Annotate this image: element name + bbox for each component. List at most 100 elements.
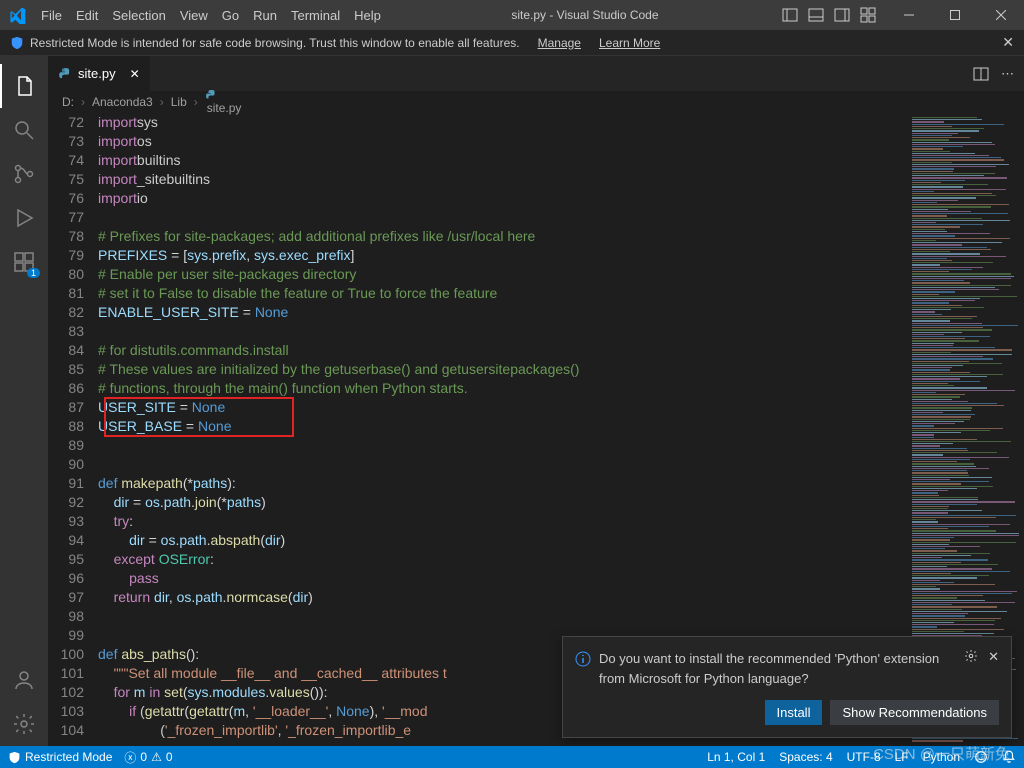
code-line[interactable]: 77 <box>48 208 908 227</box>
menu-edit[interactable]: Edit <box>69 0 105 30</box>
menu-file[interactable]: File <box>34 0 69 30</box>
notification-toast: Do you want to install the recommended '… <box>562 636 1012 738</box>
info-icon <box>575 651 591 667</box>
settings-gear-icon[interactable] <box>0 702 48 746</box>
code-line[interactable]: 95 except OSError: <box>48 550 908 569</box>
code-line[interactable]: 73importos <box>48 132 908 151</box>
line-number: 89 <box>48 436 98 455</box>
minimize-button[interactable] <box>886 0 932 30</box>
toggle-secondary-icon[interactable] <box>834 7 850 23</box>
line-number: 86 <box>48 379 98 398</box>
line-number: 103 <box>48 702 98 721</box>
menu-help[interactable]: Help <box>347 0 388 30</box>
line-number: 76 <box>48 189 98 208</box>
code-line[interactable]: 87USER_SITE = None <box>48 398 908 417</box>
tab-site-py[interactable]: site.py ✕ <box>48 56 151 91</box>
menu-go[interactable]: Go <box>215 0 246 30</box>
toggle-sidebar-icon[interactable] <box>782 7 798 23</box>
line-number: 87 <box>48 398 98 417</box>
status-cursor-position[interactable]: Ln 1, Col 1 <box>707 750 765 764</box>
run-debug-icon[interactable] <box>0 196 48 240</box>
code-line[interactable]: 93 try: <box>48 512 908 531</box>
line-number: 85 <box>48 360 98 379</box>
notification-gear-icon[interactable] <box>964 649 978 665</box>
line-number: 91 <box>48 474 98 493</box>
line-number: 95 <box>48 550 98 569</box>
menu-selection[interactable]: Selection <box>105 0 172 30</box>
line-number: 96 <box>48 569 98 588</box>
maximize-button[interactable] <box>932 0 978 30</box>
breadcrumb-item[interactable]: D: <box>62 95 74 109</box>
shield-icon <box>10 36 24 50</box>
breadcrumb-item[interactable]: site.py <box>205 89 242 115</box>
status-encoding[interactable]: UTF-8 <box>847 750 881 764</box>
status-indentation[interactable]: Spaces: 4 <box>779 750 832 764</box>
code-line[interactable]: 97 return dir, os.path.normcase(dir) <box>48 588 908 607</box>
notifications-bell-icon[interactable] <box>1002 750 1016 764</box>
code-line[interactable]: 91def makepath(*paths): <box>48 474 908 493</box>
menu-terminal[interactable]: Terminal <box>284 0 347 30</box>
manage-link[interactable]: Manage <box>538 36 581 50</box>
code-line[interactable]: 88USER_BASE = None <box>48 417 908 436</box>
line-number: 77 <box>48 208 98 227</box>
code-line[interactable]: 78# Prefixes for site-packages; add addi… <box>48 227 908 246</box>
code-line[interactable]: 89 <box>48 436 908 455</box>
status-restricted-mode[interactable]: Restricted Mode <box>8 750 112 764</box>
notification-close-icon[interactable]: ✕ <box>988 649 999 665</box>
more-actions-icon[interactable]: ⋯ <box>1001 66 1014 82</box>
code-line[interactable]: 96 pass <box>48 569 908 588</box>
breadcrumbs[interactable]: D:›Anaconda3›Lib›site.py <box>48 91 1024 113</box>
line-number: 78 <box>48 227 98 246</box>
search-icon[interactable] <box>0 108 48 152</box>
learn-more-link[interactable]: Learn More <box>599 36 660 50</box>
status-language[interactable]: Python <box>923 750 960 764</box>
line-number: 101 <box>48 664 98 683</box>
line-number: 74 <box>48 151 98 170</box>
code-line[interactable]: 98 <box>48 607 908 626</box>
show-recommendations-button[interactable]: Show Recommendations <box>830 700 999 725</box>
code-line[interactable]: 85# These values are initialized by the … <box>48 360 908 379</box>
breadcrumb-item[interactable]: Anaconda3 <box>92 95 153 109</box>
tab-bar: site.py ✕ ⋯ <box>48 56 1024 91</box>
accounts-icon[interactable] <box>0 658 48 702</box>
code-line[interactable]: 83 <box>48 322 908 341</box>
menu-run[interactable]: Run <box>246 0 284 30</box>
toggle-panel-icon[interactable] <box>808 7 824 23</box>
code-line[interactable]: 90 <box>48 455 908 474</box>
code-line[interactable]: 79PREFIXES = [sys.prefix, sys.exec_prefi… <box>48 246 908 265</box>
status-problems[interactable]: ⓧ0 ⚠0 <box>124 749 172 766</box>
status-eol[interactable]: LF <box>895 750 909 764</box>
line-number: 93 <box>48 512 98 531</box>
code-line[interactable]: 80# Enable per user site-packages direct… <box>48 265 908 284</box>
customize-layout-icon[interactable] <box>860 7 876 23</box>
tab-close-icon[interactable]: ✕ <box>130 67 140 81</box>
line-number: 92 <box>48 493 98 512</box>
code-line[interactable]: 94 dir = os.path.abspath(dir) <box>48 531 908 550</box>
code-line[interactable]: 82ENABLE_USER_SITE = None <box>48 303 908 322</box>
source-control-icon[interactable] <box>0 152 48 196</box>
line-number: 81 <box>48 284 98 303</box>
line-number: 90 <box>48 455 98 474</box>
code-line[interactable]: 72importsys <box>48 113 908 132</box>
python-file-icon <box>58 67 72 81</box>
close-button[interactable] <box>978 0 1024 30</box>
extensions-icon[interactable]: 1 <box>0 240 48 284</box>
code-line[interactable]: 84# for distutils.commands.install <box>48 341 908 360</box>
split-editor-icon[interactable] <box>973 66 989 82</box>
breadcrumb-separator-icon: › <box>78 95 88 109</box>
code-line[interactable]: 75import_sitebuiltins <box>48 170 908 189</box>
code-line[interactable]: 92 dir = os.path.join(*paths) <box>48 493 908 512</box>
banner-close-icon[interactable]: ✕ <box>1002 34 1014 51</box>
explorer-icon[interactable] <box>0 64 48 108</box>
code-line[interactable]: 86# functions, through the main() functi… <box>48 379 908 398</box>
install-button[interactable]: Install <box>765 700 823 725</box>
feedback-icon[interactable] <box>974 750 988 764</box>
code-line[interactable]: 74importbuiltins <box>48 151 908 170</box>
breadcrumb-item[interactable]: Lib <box>171 95 187 109</box>
code-line[interactable]: 76importio <box>48 189 908 208</box>
menu-view[interactable]: View <box>173 0 215 30</box>
code-line[interactable]: 81# set it to False to disable the featu… <box>48 284 908 303</box>
line-number: 79 <box>48 246 98 265</box>
line-number: 82 <box>48 303 98 322</box>
window-title: site.py - Visual Studio Code <box>388 8 782 22</box>
